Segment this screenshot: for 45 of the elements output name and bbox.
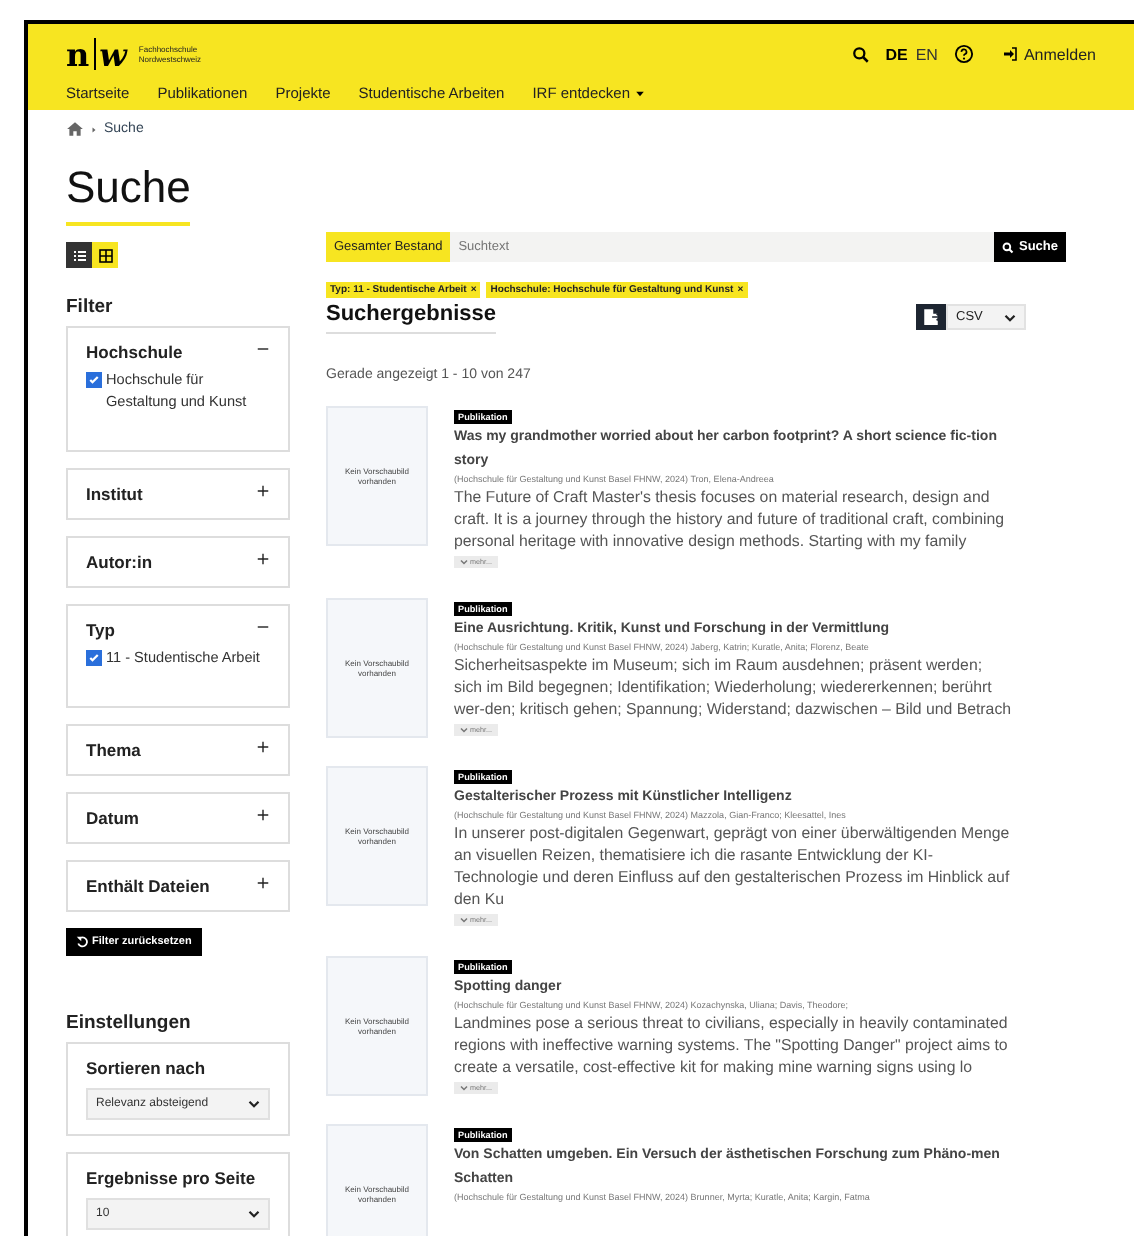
grid-icon <box>97 247 113 263</box>
filter-title[interactable]: Enthält Dateien <box>86 876 210 896</box>
logo-mark[interactable]: n w <box>66 35 127 73</box>
chevron-down-icon <box>460 726 468 734</box>
login-link[interactable]: Anmelden <box>1001 45 1096 63</box>
filter-title[interactable]: Thema <box>86 740 141 760</box>
home-icon[interactable] <box>66 120 84 138</box>
chevron-down-icon <box>460 558 468 566</box>
filter-title[interactable]: Hochschule <box>86 342 183 362</box>
chevron-down-icon <box>1004 311 1016 323</box>
export-button[interactable] <box>916 304 946 330</box>
checkbox[interactable] <box>86 650 102 666</box>
language-link[interactable]: DE <box>885 45 908 63</box>
filter-heading: Filter <box>66 296 115 318</box>
filter-title[interactable]: Datum <box>86 808 139 828</box>
chevron-down-icon <box>460 1084 468 1092</box>
grid-view-button[interactable] <box>92 242 118 268</box>
filter-title[interactable]: Autor:in <box>86 552 153 572</box>
chevron-down-icon <box>248 1208 260 1220</box>
page-title: Suche <box>66 162 191 226</box>
search-icon <box>1002 241 1015 253</box>
expand-icon[interactable] <box>256 552 270 566</box>
help-icon[interactable] <box>953 44 974 64</box>
collapse-icon[interactable] <box>256 620 270 634</box>
list-icon <box>71 247 87 263</box>
chevron-down-icon <box>248 1098 260 1110</box>
login-icon <box>1001 46 1018 62</box>
settings-heading: Einstellungen <box>66 1012 193 1034</box>
select-label: Sortieren nach <box>86 1058 208 1078</box>
reset-icon <box>76 936 88 948</box>
list-view-button[interactable] <box>66 242 92 268</box>
chevron-down-icon <box>460 916 468 924</box>
collapse-icon[interactable] <box>256 342 270 356</box>
expand-icon[interactable] <box>256 808 270 822</box>
filter-title[interactable]: Institut <box>86 484 143 504</box>
results-heading: Suchergebnisse <box>326 302 496 334</box>
select-label: Ergebnisse pro Seite <box>86 1168 258 1188</box>
filter-title[interactable]: Typ <box>86 620 115 640</box>
expand-icon[interactable] <box>256 740 270 754</box>
expand-icon[interactable] <box>256 484 270 498</box>
export-icon <box>922 308 940 326</box>
language-link[interactable]: EN <box>915 45 938 63</box>
search-icon[interactable] <box>851 45 870 63</box>
expand-icon[interactable] <box>256 876 270 890</box>
checkbox[interactable] <box>86 372 102 388</box>
